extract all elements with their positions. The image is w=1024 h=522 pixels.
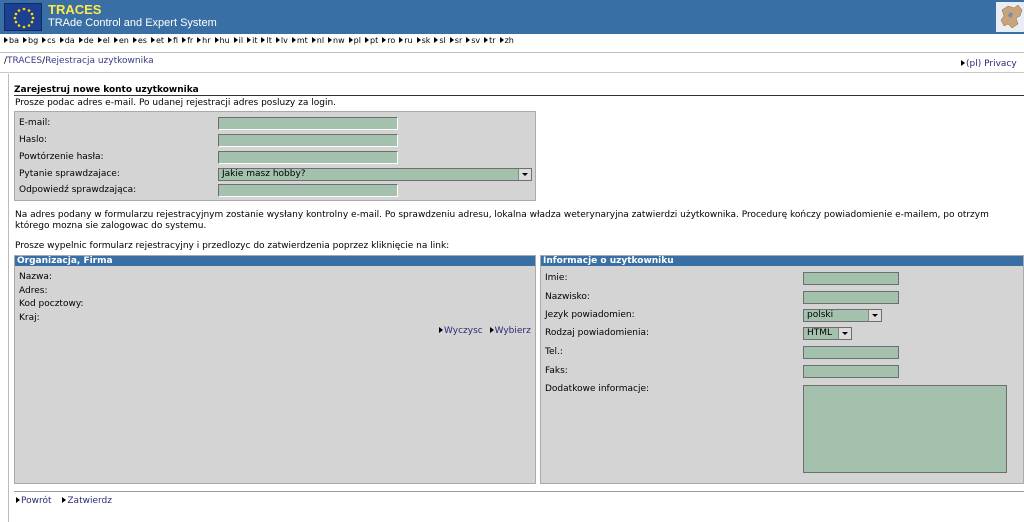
language-link-fi[interactable]: fi bbox=[168, 35, 178, 47]
language-select[interactable]: polski bbox=[803, 309, 882, 322]
password-field[interactable] bbox=[218, 134, 398, 147]
tel-field[interactable] bbox=[803, 346, 899, 359]
language-link-fr[interactable]: fr bbox=[182, 35, 193, 47]
notify-type-label: Rodzaj powiadomienia: bbox=[545, 328, 650, 338]
language-link-il[interactable]: il bbox=[234, 35, 243, 47]
language-link-de[interactable]: de bbox=[79, 35, 94, 47]
extra-info-label: Dodatkowe informacje: bbox=[545, 384, 650, 394]
language-link-en[interactable]: en bbox=[114, 35, 129, 47]
privacy-link[interactable]: (pl) Privacy bbox=[961, 59, 1017, 69]
language-link-pt[interactable]: pt bbox=[365, 35, 378, 47]
footer-actions: Powrót Zatwierdz bbox=[16, 496, 120, 506]
note-line-1: Na adres podany w formularzu rejestracyj… bbox=[15, 210, 989, 220]
breadcrumb-root-link[interactable]: TRACES bbox=[7, 56, 42, 66]
language-link-hr[interactable]: hr bbox=[197, 35, 210, 47]
org-country-label: Kraj: bbox=[19, 313, 40, 323]
language-link-cs[interactable]: cs bbox=[42, 35, 56, 47]
language-link-zh[interactable]: zh bbox=[500, 35, 514, 47]
chevron-down-icon[interactable] bbox=[868, 310, 881, 321]
language-link-sl[interactable]: sl bbox=[434, 35, 445, 47]
form-title: Zarejestruj nowe konto uzytkownika bbox=[14, 85, 199, 95]
language-link-es[interactable]: es bbox=[133, 35, 147, 47]
language-link-lv[interactable]: lv bbox=[276, 35, 288, 47]
lastname-label: Nazwisko: bbox=[545, 292, 590, 302]
org-actions: Wyczysc Wybierz bbox=[439, 326, 531, 336]
instruction-text: Prosze wypelnic formularz rejestracyjny … bbox=[15, 241, 450, 251]
brand: TRACES TRAde Control and Expert System bbox=[48, 3, 217, 30]
language-link-el[interactable]: el bbox=[98, 35, 110, 47]
language-link-nw[interactable]: nw bbox=[328, 35, 345, 47]
form-intro: Prosze podac adres e-mail. Po udanej rej… bbox=[15, 98, 337, 108]
account-form: E-mail: Haslo: Powtórzenie hasła: Pytani… bbox=[14, 111, 536, 201]
language-link-da[interactable]: da bbox=[60, 35, 75, 47]
lastname-field[interactable] bbox=[803, 291, 899, 304]
divider bbox=[0, 52, 1024, 53]
divider bbox=[0, 72, 1024, 73]
clear-link[interactable]: Wyczysc bbox=[439, 326, 483, 336]
divider bbox=[14, 491, 1024, 492]
app-subtitle: TRAde Control and Expert System bbox=[48, 17, 217, 29]
org-name-label: Nazwa: bbox=[19, 272, 52, 282]
password-repeat-label: Powtórzenie hasła: bbox=[19, 152, 104, 162]
language-link-sk[interactable]: sk bbox=[417, 35, 431, 47]
fax-label: Faks: bbox=[545, 366, 568, 376]
notify-type-select[interactable]: HTML bbox=[803, 327, 852, 340]
extra-info-textarea[interactable] bbox=[803, 385, 1007, 473]
user-info-panel: Informacje o uzytkowniku Imie: Nazwisko:… bbox=[540, 255, 1024, 484]
firstname-label: Imie: bbox=[545, 273, 568, 283]
language-bar: ba bg cs da de el en es et fi fr hr hu il it lt lv mt nl nw… bbox=[0, 35, 1024, 47]
org-address-label: Adres: bbox=[19, 286, 48, 296]
submit-link[interactable]: Zatwierdz bbox=[62, 496, 112, 506]
language-select-value: polski bbox=[807, 310, 834, 320]
language-link-lt[interactable]: lt bbox=[261, 35, 271, 47]
email-field[interactable] bbox=[218, 117, 398, 130]
user-info-panel-title: Informacje o uzytkowniku bbox=[541, 256, 1023, 266]
title-underline bbox=[14, 95, 1024, 96]
frame-border bbox=[8, 74, 9, 522]
header-banner: TRACES TRAde Control and Expert System bbox=[0, 0, 1024, 34]
breadcrumb-current[interactable]: Rejestracja uzytkownika bbox=[45, 56, 154, 66]
answer-field[interactable] bbox=[218, 184, 398, 197]
password-label: Haslo: bbox=[19, 135, 48, 145]
question-select-value: Jakie masz hobby? bbox=[222, 169, 306, 179]
language-link-ro[interactable]: ro bbox=[382, 35, 395, 47]
email-label: E-mail: bbox=[19, 118, 51, 128]
language-link-nl[interactable]: nl bbox=[312, 35, 324, 47]
tel-label: Tel.: bbox=[545, 347, 563, 357]
back-link[interactable]: Powrót bbox=[16, 496, 52, 506]
language-link-pl[interactable]: pl bbox=[349, 35, 361, 47]
answer-label: Odpowiedź sprawdzająca: bbox=[19, 185, 137, 195]
chevron-down-icon[interactable] bbox=[518, 169, 531, 180]
chevron-down-icon[interactable] bbox=[838, 328, 851, 339]
firstname-field[interactable] bbox=[803, 272, 899, 285]
language-link-ba[interactable]: ba bbox=[4, 35, 19, 47]
notify-type-value: HTML bbox=[807, 328, 833, 338]
language-link-hu[interactable]: hu bbox=[215, 35, 230, 47]
europe-map-icon bbox=[996, 2, 1024, 32]
organization-panel-title: Organizacja, Firma bbox=[15, 256, 535, 266]
eu-stars-icon bbox=[4, 3, 42, 31]
question-select[interactable]: Jakie masz hobby? bbox=[218, 168, 532, 181]
app-name: TRACES bbox=[48, 2, 102, 17]
breadcrumb: /TRACES/Rejestracja uzytkownika bbox=[4, 56, 154, 66]
organization-panel: Organizacja, Firma Nazwa: Adres: Kod poc… bbox=[14, 255, 536, 484]
language-link-mt[interactable]: mt bbox=[292, 35, 308, 47]
language-link-ru[interactable]: ru bbox=[399, 35, 412, 47]
note-line-2: którego mozna sie zalogowac do systemu. bbox=[15, 221, 207, 231]
language-link-et[interactable]: et bbox=[151, 35, 164, 47]
language-link-it[interactable]: it bbox=[247, 35, 257, 47]
org-postcode-label: Kod pocztowy: bbox=[19, 299, 84, 309]
fax-field[interactable] bbox=[803, 365, 899, 378]
language-link-bg[interactable]: bg bbox=[23, 35, 38, 47]
registration-note: Na adres podany w formularzu rejestracyj… bbox=[15, 210, 1024, 232]
password-repeat-field[interactable] bbox=[218, 151, 398, 164]
language-link-sv[interactable]: sv bbox=[466, 35, 480, 47]
language-label: Jezyk powiadomien: bbox=[545, 310, 635, 320]
language-link-sr[interactable]: sr bbox=[450, 35, 462, 47]
language-link-tr[interactable]: tr bbox=[484, 35, 495, 47]
privacy-area: (pl) Privacy bbox=[961, 59, 1017, 69]
question-label: Pytanie sprawdzajace: bbox=[19, 169, 120, 179]
choose-link[interactable]: Wybierz bbox=[490, 326, 531, 336]
